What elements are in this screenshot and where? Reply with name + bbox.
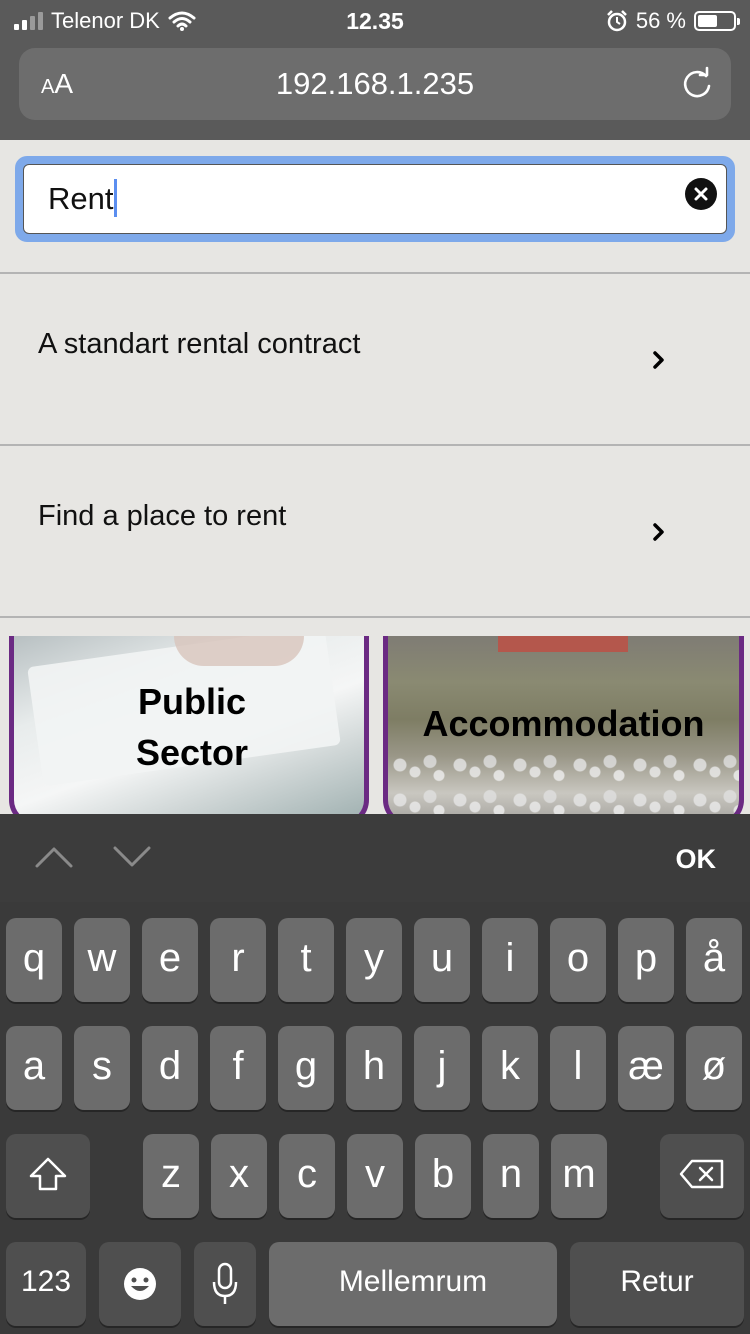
close-icon — [694, 187, 708, 201]
tile-photo-hand — [174, 636, 304, 666]
shift-key[interactable] — [6, 1134, 90, 1218]
key-ø[interactable]: ø — [686, 1026, 742, 1110]
numbers-key[interactable]: 123 — [6, 1242, 86, 1326]
status-right: 56 % — [606, 8, 740, 34]
key-h[interactable]: h — [346, 1026, 402, 1110]
tile-photo-house — [498, 636, 628, 652]
keyboard-accessory-bar: OK — [0, 814, 750, 902]
clear-search-button[interactable] — [685, 178, 717, 210]
previous-field-icon[interactable] — [34, 844, 74, 870]
microphone-icon — [212, 1262, 238, 1304]
address-bar[interactable]: AA 192.168.1.235 — [19, 48, 731, 120]
key-w[interactable]: w — [74, 918, 130, 1002]
shift-icon — [29, 1157, 67, 1191]
tile-title: Public Sector — [135, 681, 249, 773]
key-n[interactable]: n — [483, 1134, 539, 1218]
key-æ[interactable]: æ — [618, 1026, 674, 1110]
result-label: Find a place to rent — [38, 500, 287, 532]
key-a[interactable]: a — [6, 1026, 62, 1110]
battery-fill — [698, 15, 718, 27]
text-caret — [114, 179, 118, 217]
key-z[interactable]: z — [143, 1134, 199, 1218]
key-k[interactable]: k — [482, 1026, 538, 1110]
emoji-key[interactable] — [99, 1242, 181, 1326]
key-d[interactable]: d — [142, 1026, 198, 1110]
search-value: Rent — [48, 181, 114, 216]
key-j[interactable]: j — [414, 1026, 470, 1110]
done-button[interactable]: OK — [676, 844, 717, 875]
on-screen-keyboard: qwertyuiopå asdfghjklæø zxcvbnm 123 Mell… — [0, 902, 750, 1334]
return-key[interactable]: Retur — [570, 1242, 744, 1326]
chevron-right-icon — [653, 523, 664, 541]
tile-public-sector[interactable]: Public Sector — [9, 636, 369, 814]
dictation-key[interactable] — [194, 1242, 256, 1326]
url-text[interactable]: 192.168.1.235 — [19, 66, 731, 102]
chevron-right-icon — [653, 351, 664, 369]
emoji-icon — [124, 1268, 156, 1300]
key-q[interactable]: q — [6, 918, 62, 1002]
browser-chrome: Telenor DK 12.35 56 % AA 192.168.1.235 — [0, 0, 750, 140]
space-key[interactable]: Mellemrum — [269, 1242, 557, 1326]
search-focus-ring: Rent — [15, 156, 735, 242]
result-item-rental-contract[interactable]: A standart rental contract — [0, 272, 750, 444]
key-y[interactable]: y — [346, 918, 402, 1002]
key-v[interactable]: v — [347, 1134, 403, 1218]
category-tiles: Public Sector Accommodation — [0, 636, 750, 814]
key-r[interactable]: r — [210, 918, 266, 1002]
search-input[interactable]: Rent — [23, 164, 727, 234]
key-u[interactable]: u — [414, 918, 470, 1002]
backspace-icon — [679, 1159, 724, 1189]
backspace-key[interactable] — [660, 1134, 744, 1218]
key-å[interactable]: å — [686, 918, 742, 1002]
key-t[interactable]: t — [278, 918, 334, 1002]
key-b[interactable]: b — [415, 1134, 471, 1218]
result-item-find-place[interactable]: Find a place to rent — [0, 444, 750, 618]
alarm-icon — [606, 10, 627, 32]
next-field-icon[interactable] — [112, 844, 152, 870]
tile-photo-flowers — [388, 751, 739, 814]
key-i[interactable]: i — [482, 918, 538, 1002]
battery-icon — [694, 11, 740, 31]
key-m[interactable]: m — [551, 1134, 607, 1218]
key-p[interactable]: p — [618, 918, 674, 1002]
key-s[interactable]: s — [74, 1026, 130, 1110]
key-x[interactable]: x — [211, 1134, 267, 1218]
key-l[interactable]: l — [550, 1026, 606, 1110]
web-page: Rent A standart rental contract Find a p… — [0, 140, 750, 814]
result-label: A standart rental contract — [38, 328, 361, 360]
key-g[interactable]: g — [278, 1026, 334, 1110]
reload-icon[interactable] — [679, 66, 715, 102]
search-results: A standart rental contract Find a place … — [0, 272, 750, 618]
key-o[interactable]: o — [550, 918, 606, 1002]
key-f[interactable]: f — [210, 1026, 266, 1110]
tile-title: Accommodation — [422, 703, 705, 744]
tile-accommodation[interactable]: Accommodation — [383, 636, 744, 814]
battery-percent: 56 % — [635, 8, 686, 33]
key-e[interactable]: e — [142, 918, 198, 1002]
status-bar: Telenor DK 12.35 56 % — [0, 0, 750, 44]
key-c[interactable]: c — [279, 1134, 335, 1218]
